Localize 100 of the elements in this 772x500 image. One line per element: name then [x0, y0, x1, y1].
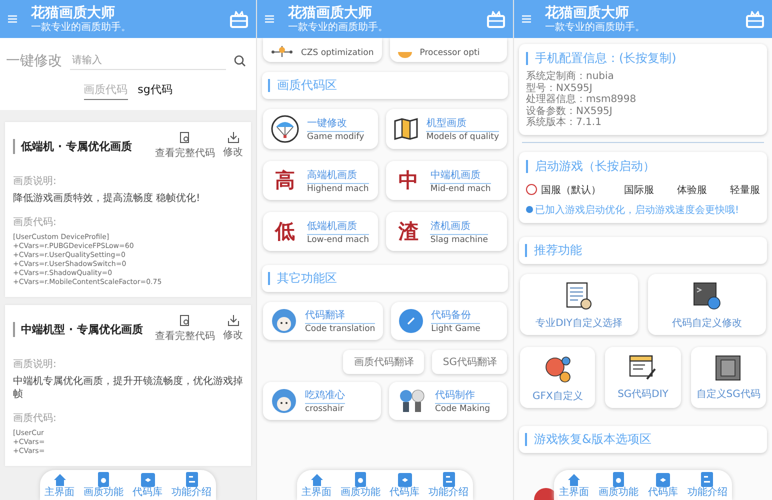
sub-button[interactable]: 画质代码翻译	[342, 350, 424, 374]
nav-tab[interactable]: 功能介绍	[687, 472, 728, 498]
radio-circle[interactable]	[526, 184, 537, 195]
nav-tab[interactable]: 功能介绍	[172, 472, 212, 498]
search-field[interactable]: 请输入	[70, 52, 226, 70]
nav-tab[interactable]: 画质功能	[340, 472, 380, 498]
feature-tile[interactable]: 代码备份 Light Game	[391, 302, 507, 340]
box-icon	[398, 472, 412, 486]
feature-tile[interactable]: 渣 渣机画质 Slag machine	[386, 212, 507, 251]
app-subtitle: 一款专业的画质助手。	[31, 22, 131, 34]
map-icon	[394, 118, 418, 140]
printer-icon	[715, 354, 742, 380]
nav-tab[interactable]: 功能介绍	[428, 472, 468, 498]
section-title: 游戏恢复&版本选项区	[534, 430, 652, 448]
nav-tab[interactable]: 画质功能	[598, 472, 638, 498]
gift-button[interactable]	[230, 10, 248, 28]
feature-tile[interactable]: CZS optimization	[263, 38, 382, 62]
home-icon	[52, 472, 66, 486]
field-label: 画质代码:	[13, 412, 58, 425]
nav-tab[interactable]: 代码库	[132, 472, 162, 498]
nav-tab[interactable]: 主界面	[558, 472, 589, 498]
info-line: 型号：NX595J	[526, 82, 594, 94]
field-label: 画质说明:	[13, 174, 58, 188]
feature-card[interactable]: GFX自定义	[520, 346, 596, 408]
app-title: 花猫画质大师	[545, 4, 630, 22]
feature-card[interactable]: 专业DIY自定义选择	[520, 274, 638, 334]
feature-card[interactable]: 自定义SG代码	[690, 346, 766, 408]
field-label: 画质代码:	[13, 216, 58, 229]
app-title: 花猫画质大师	[31, 4, 116, 22]
gift-box-icon	[487, 10, 505, 28]
nav-tab[interactable]: 主界面	[44, 472, 74, 498]
game-option[interactable]: 轻量服	[730, 182, 760, 196]
gift-box-icon	[230, 10, 248, 28]
game-option[interactable]: 国际服	[624, 182, 654, 196]
note-edit-icon	[628, 354, 657, 380]
sub-button[interactable]: SG代码翻译	[432, 350, 507, 374]
terminal-icon	[693, 282, 721, 310]
download-icon	[228, 132, 238, 143]
feature-card[interactable]: SG代码DIY	[605, 346, 681, 408]
tab[interactable]: sg代码	[138, 82, 172, 100]
nav-tab[interactable]: 画质功能	[84, 472, 124, 498]
feature-tile[interactable]: 吃鸡准心 crosshair	[263, 382, 381, 420]
app-subtitle: 一款专业的画质助手。	[545, 22, 645, 34]
section-title: 启动游戏（长按启动）	[535, 158, 655, 174]
box-icon	[656, 472, 670, 486]
document-search-icon	[180, 132, 190, 144]
menu-icon	[265, 15, 274, 23]
note-text: 已加入游戏启动优化，启动游戏速度会更快哦!	[535, 204, 740, 216]
gift-box-icon	[746, 10, 764, 28]
section-title: 画质代码区	[277, 77, 337, 94]
checklist-icon	[566, 282, 592, 310]
box-icon	[140, 472, 154, 486]
menu-button[interactable]	[8, 15, 17, 23]
gift-button[interactable]	[487, 10, 505, 28]
feature-tile[interactable]: 一键修改 Game modify	[263, 109, 378, 149]
feature-tile[interactable]: 机型画质 Models of quality	[386, 109, 507, 149]
search-label: 一键修改	[6, 52, 62, 70]
download-icon	[228, 315, 238, 326]
home-icon	[566, 472, 581, 486]
feature-card[interactable]: 代码自定义修改	[648, 274, 766, 334]
pencil-icon	[399, 309, 424, 333]
cartoon-head-icon	[271, 308, 297, 334]
card-action[interactable]: 查看完整代码	[155, 315, 215, 343]
app-subtitle: 一款专业的画质助手。	[288, 22, 388, 34]
section-title: 手机配置信息：(长按复制)	[535, 50, 676, 67]
description-text: 中端机专属优化画质，提升开镜流畅度，优化游戏掉帧	[13, 375, 243, 401]
cartoon-head-icon	[271, 388, 297, 414]
network-icon	[271, 46, 293, 58]
feature-tile[interactable]: 代码翻译 Code translation	[263, 302, 384, 340]
feature-tile[interactable]: 中 中端机画质 Mid-end mach	[386, 161, 507, 200]
info-line: 设备参数：NX595J	[526, 106, 614, 116]
search-button[interactable]	[234, 55, 246, 67]
info-line: 处理器信息：msm8998	[526, 94, 638, 106]
card-title: 中端机型 · 专属优化画质	[13, 322, 143, 336]
section-title: 其它功能区	[277, 270, 337, 287]
card-title: 低端机 · 专属优化画质	[13, 138, 132, 154]
feature-tile[interactable]: Processor opti	[390, 38, 507, 62]
search-icon	[234, 55, 246, 67]
nav-tab[interactable]: 代码库	[390, 472, 420, 498]
feature-tile[interactable]: 高 高端机画质 Highend mach	[263, 161, 378, 200]
menu-button[interactable]	[522, 15, 531, 23]
document-search-icon	[180, 315, 190, 327]
feature-tile[interactable]: 低 低端机画质 Low-end mach	[263, 212, 378, 251]
info-line: 系统版本：7.1.1	[526, 117, 602, 128]
card-action[interactable]: 修改	[223, 315, 243, 343]
menu-button[interactable]	[265, 15, 274, 23]
card-action[interactable]: 查看完整代码	[155, 132, 215, 160]
description-text: 降低游戏画质特效，提高流畅度 稳帧优化!	[13, 192, 202, 205]
field-label: 画质说明:	[13, 358, 58, 371]
feature-tile[interactable]: 代码制作 Code Making	[389, 382, 507, 420]
gift-button[interactable]	[746, 10, 764, 28]
radio-option[interactable]: 国服（默认）	[526, 182, 601, 196]
nav-tab[interactable]: 代码库	[648, 472, 678, 498]
parachute-icon	[271, 115, 299, 143]
bubbles-icon	[544, 354, 572, 382]
game-option[interactable]: 体验服	[677, 182, 707, 196]
card-action[interactable]: 修改	[223, 132, 243, 160]
app-title: 花猫画质大师	[288, 4, 373, 22]
section-title: 推荐功能	[534, 242, 582, 258]
nav-tab[interactable]: 主界面	[302, 472, 332, 498]
